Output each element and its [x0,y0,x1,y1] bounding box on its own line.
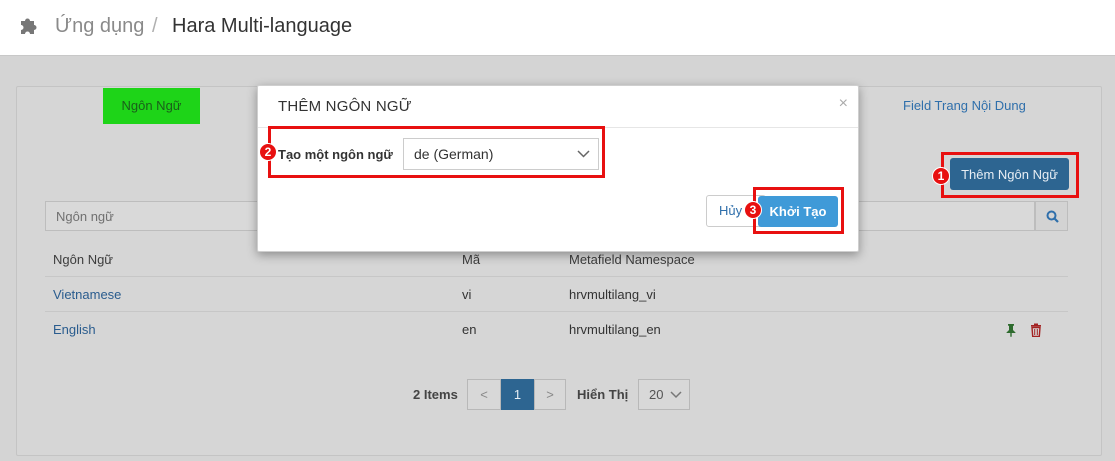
page-title: Hara Multi-language [172,15,353,37]
row-divider [45,276,1068,277]
step-3-badge: 3 [744,201,762,219]
page-size-label: Hiển Thị [577,387,629,402]
items-count: 2 Items [413,387,458,402]
search-icon [1046,210,1059,223]
page-size-value: 20 [649,387,664,402]
row-vietnamese-namespace: hrvmultilang_vi [569,287,656,302]
search-button[interactable] [1035,201,1068,231]
highlight-step-2 [268,126,605,178]
tab-languages[interactable]: Ngôn Ngữ [103,88,200,124]
row-vietnamese-language-link[interactable]: Vietnamese [53,287,121,302]
trash-icon[interactable] [1030,323,1042,340]
row-english-namespace: hrvmultilang_en [569,322,661,337]
column-header-code: Mã [462,252,481,267]
prev-page-button[interactable]: < [467,379,501,410]
tab-content-fields[interactable]: Field Trang Nội Dung [903,98,1026,113]
breadcrumb-separator: / [152,15,158,37]
puzzle-icon [18,15,40,37]
highlight-step-1 [941,152,1079,198]
column-header-namespace: Metafield Namespace [569,252,695,267]
page-1-button[interactable]: 1 [501,379,534,410]
row-english-code: en [462,322,477,337]
row-vietnamese-code: vi [462,287,472,302]
breadcrumb-apps-link[interactable]: Ứng dụng [55,15,144,38]
pin-icon[interactable] [1005,323,1017,340]
chevron-down-icon [670,391,682,399]
step-1-badge: 1 [932,167,950,185]
step-2-badge: 2 [259,143,277,161]
close-icon[interactable]: × [839,95,848,113]
row-english-language-link[interactable]: English [53,322,96,337]
row-divider [45,311,1068,312]
next-page-button[interactable]: > [534,379,566,410]
highlight-step-3 [753,187,844,234]
column-header-language: Ngôn Ngữ [53,252,114,267]
page-size-select[interactable]: 20 [638,379,690,410]
top-bar: Ứng dụng / Hara Multi-language [0,0,1115,56]
modal-title: THÊM NGÔN NGỮ [278,98,412,115]
